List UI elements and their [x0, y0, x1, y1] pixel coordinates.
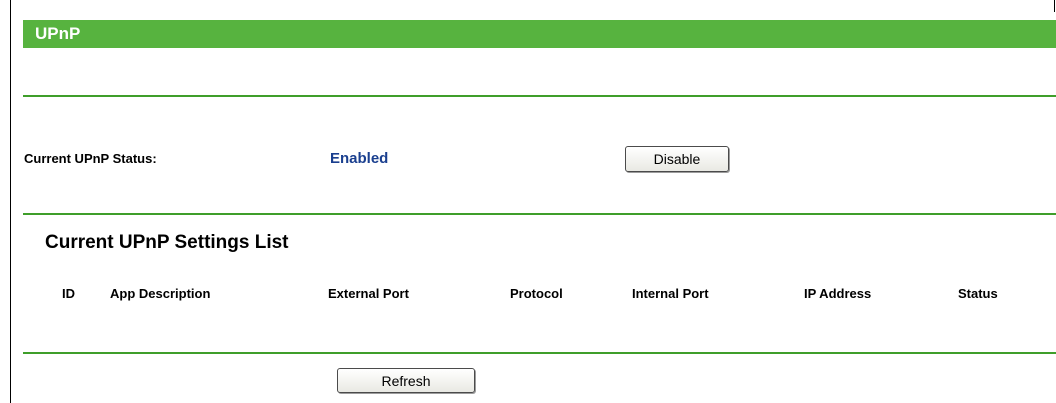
- column-external-port: External Port: [328, 286, 409, 301]
- column-id: ID: [62, 286, 75, 301]
- column-status: Status: [958, 286, 998, 301]
- status-label: Current UPnP Status:: [24, 151, 157, 166]
- frame-border-right: [1054, 0, 1055, 12]
- column-protocol: Protocol: [510, 286, 563, 301]
- refresh-button[interactable]: Refresh: [337, 368, 475, 393]
- settings-list-title: Current UPnP Settings List: [45, 232, 289, 253]
- status-value: Enabled: [330, 150, 389, 167]
- column-internal-port: Internal Port: [632, 286, 709, 301]
- column-ip-address: IP Address: [804, 286, 872, 301]
- title-bar: [23, 20, 1056, 48]
- page-title: UPnP: [35, 24, 81, 43]
- frame-border-left: [10, 0, 11, 403]
- column-app-description: App Description: [110, 286, 211, 301]
- divider-top: [23, 95, 1056, 97]
- divider-bottom: [23, 352, 1056, 354]
- disable-button[interactable]: Disable: [625, 146, 729, 172]
- divider-middle: [23, 213, 1056, 215]
